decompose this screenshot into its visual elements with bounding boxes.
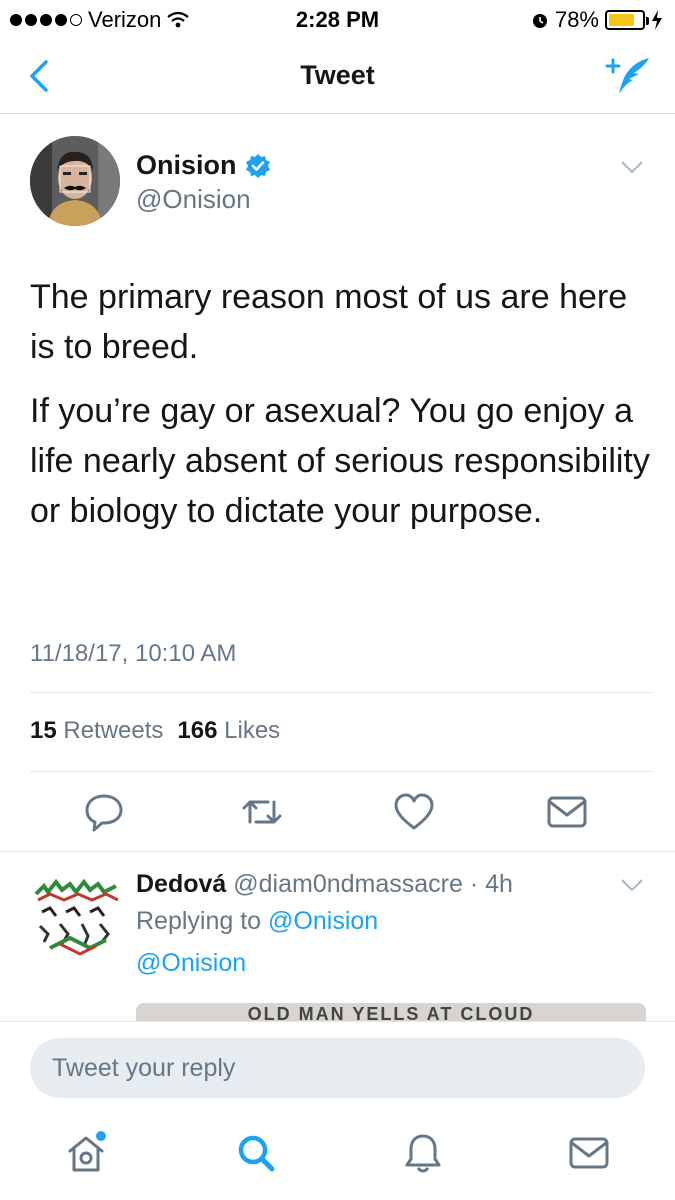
reply-author-name[interactable]: Dedová <box>136 870 226 898</box>
direct-message-icon[interactable] <box>545 790 589 834</box>
tweet-timestamp: 11/18/17, 10:10 AM <box>30 640 237 667</box>
replying-to-prefix: Replying to <box>136 907 262 935</box>
notifications-bell-icon[interactable] <box>401 1131 445 1175</box>
battery-percent: 78% <box>554 7 599 32</box>
tweet-stats: 15 Retweets 166 Likes <box>30 717 280 745</box>
battery-status: 78% <box>531 7 663 33</box>
search-icon[interactable] <box>234 1131 278 1175</box>
page-title: Tweet <box>300 60 375 90</box>
reply-text-mention[interactable]: @Onision <box>136 949 246 978</box>
alarm-icon <box>532 14 547 28</box>
divider <box>30 771 652 772</box>
author-name[interactable]: Onision <box>136 150 237 181</box>
retweets-count: 15 <box>30 717 57 744</box>
tab-bar <box>0 1113 675 1200</box>
compose-feather-icon[interactable] <box>603 54 653 98</box>
author-photo <box>30 136 120 226</box>
author-avatar[interactable] <box>30 136 120 226</box>
like-heart-icon[interactable] <box>392 790 436 834</box>
reply-avatar[interactable] <box>30 864 122 956</box>
reply-header: Dedová @diam0ndmassacre · 4h <box>136 870 513 899</box>
tweet-text: The primary reason most of us are here i… <box>30 272 650 550</box>
divider <box>30 692 652 693</box>
battery-icon <box>605 10 649 30</box>
charging-bolt-icon <box>652 10 662 30</box>
replying-to-link[interactable]: @Onision <box>268 907 378 935</box>
likes-stat[interactable]: 166 Likes <box>177 717 280 745</box>
likes-label: Likes <box>224 717 281 744</box>
author-name-row: Onision <box>136 150 271 181</box>
retweets-label: Retweets <box>63 717 164 744</box>
author-handle[interactable]: @Onision <box>136 184 251 215</box>
messages-envelope-icon[interactable] <box>567 1131 611 1175</box>
retweets-stat[interactable]: 15 Retweets <box>30 717 163 745</box>
reply-media-preview[interactable]: OLD MAN YELLS AT CLOUD <box>136 1003 646 1021</box>
chevron-down-icon[interactable] <box>619 876 645 894</box>
verified-badge-icon <box>245 153 270 178</box>
reply-composer <box>0 1021 675 1113</box>
home-icon[interactable] <box>64 1131 108 1175</box>
navigation-bar: Tweet <box>0 40 675 114</box>
tweet-paragraph: The primary reason most of us are here i… <box>30 278 628 366</box>
reply-handle-time: @diam0ndmassacre · 4h <box>233 870 513 898</box>
chevron-down-icon[interactable] <box>619 158 645 176</box>
reply-input[interactable] <box>30 1038 645 1098</box>
tweet-paragraph: If you’re gay or asexual? You go enjoy a… <box>30 392 650 530</box>
tweet-actions <box>0 790 675 840</box>
replying-to-line: Replying to @Onision <box>136 907 378 936</box>
likes-count: 166 <box>177 717 218 744</box>
divider <box>0 851 675 852</box>
media-caption: OLD MAN YELLS AT CLOUD <box>247 1004 535 1021</box>
reply-icon[interactable] <box>82 790 126 834</box>
retweet-icon[interactable] <box>240 790 284 834</box>
reply-avatar-art <box>30 864 122 956</box>
status-bar: Verizon 2:28 PM 78% <box>0 0 675 40</box>
